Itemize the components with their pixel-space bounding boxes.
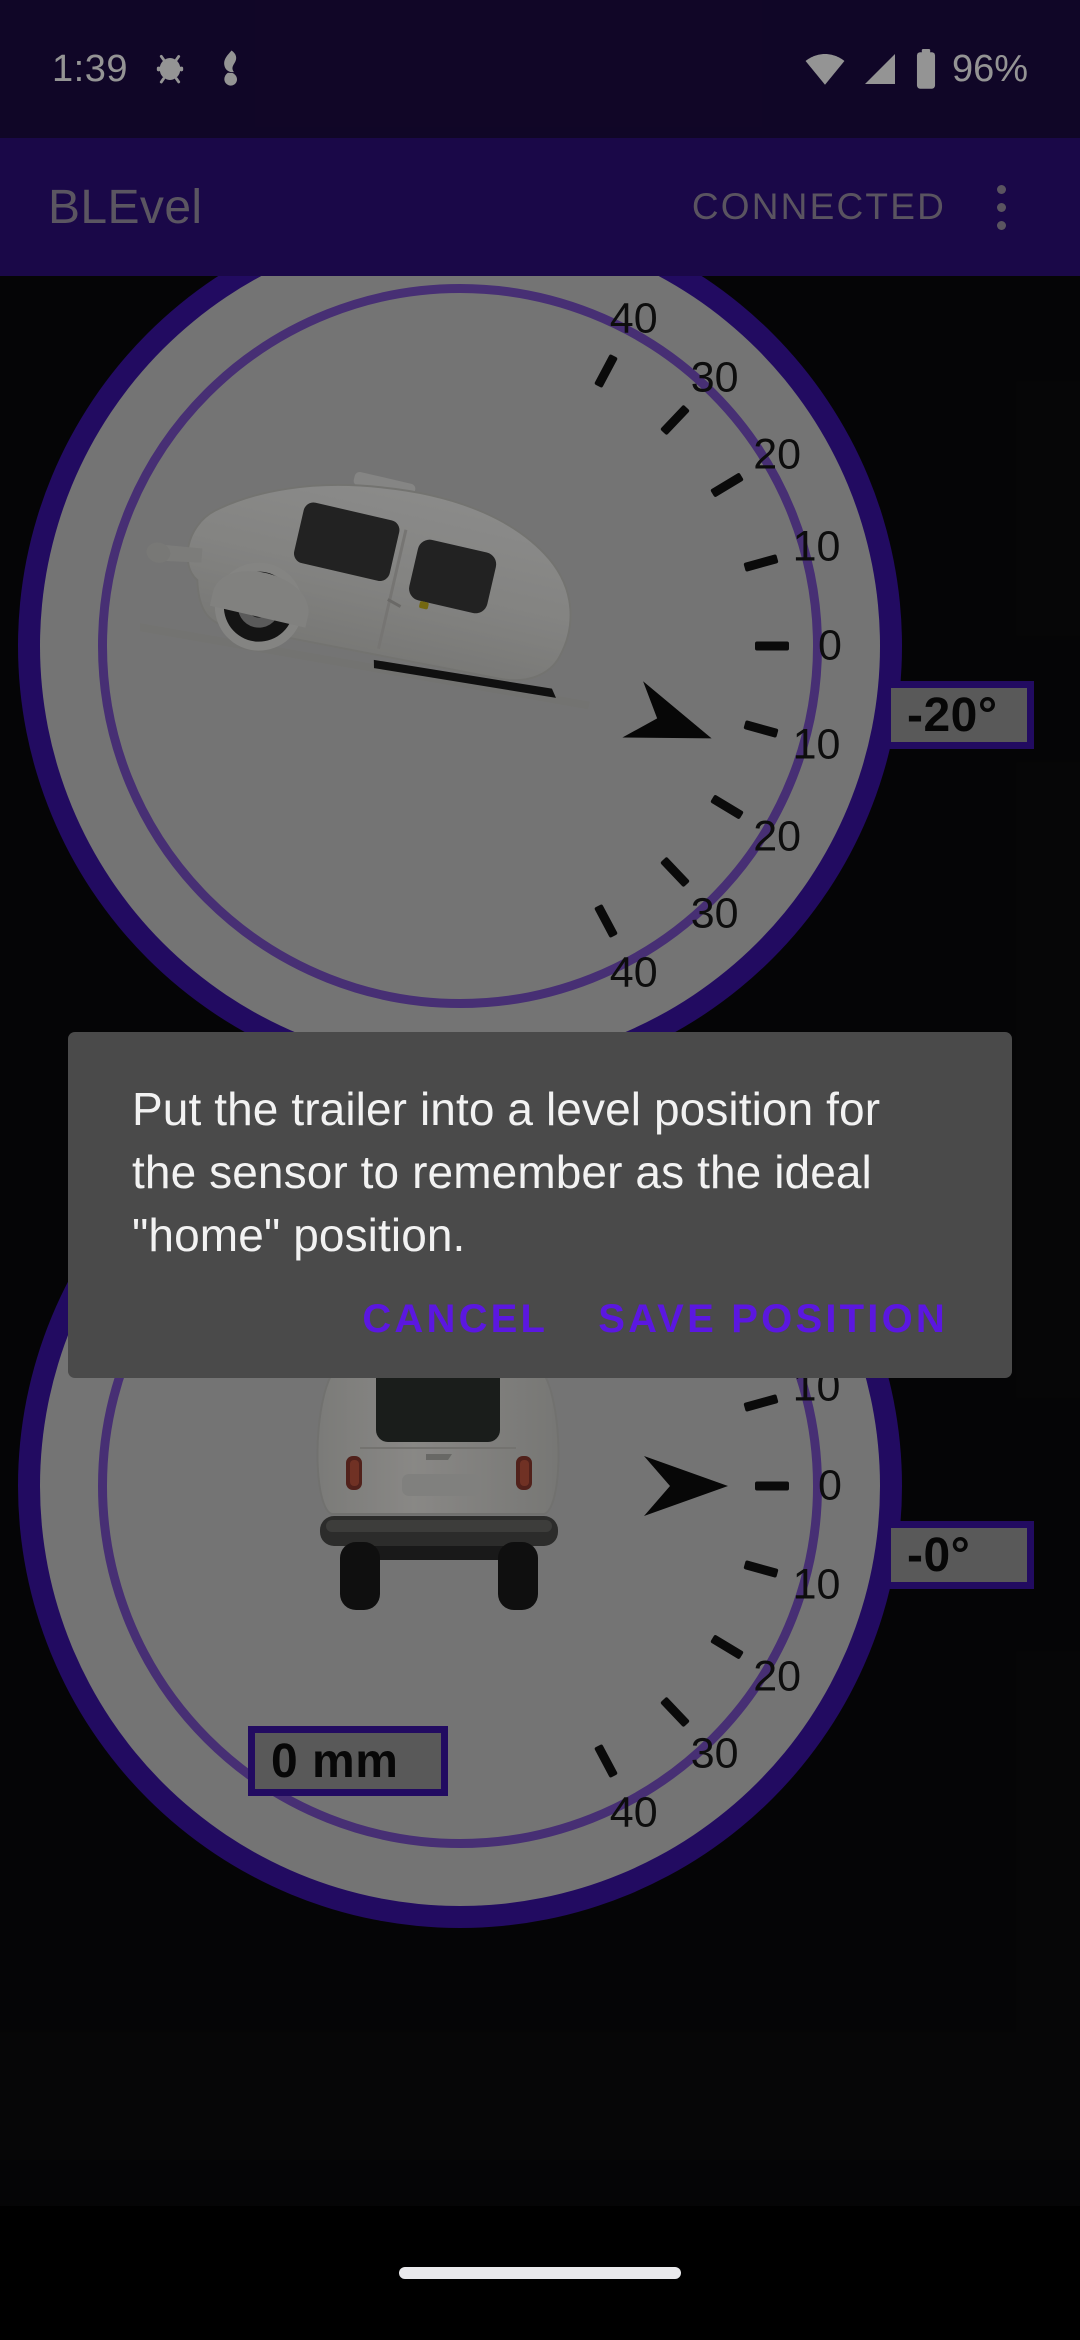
phone-screen: 1:39 96% BLEvel CONNECTED 40 30 20 10 0 … [0, 0, 1080, 2340]
system-navigation-bar [0, 2206, 1080, 2340]
home-gesture-pill[interactable] [399, 2267, 681, 2279]
dialog-action-row: CANCEL SAVE POSITION [132, 1297, 948, 1378]
home-position-dialog: Put the trailer into a level position fo… [68, 1032, 1012, 1378]
dialog-message: Put the trailer into a level position fo… [132, 1083, 881, 1261]
save-position-button[interactable]: SAVE POSITION [598, 1297, 948, 1342]
cancel-button[interactable]: CANCEL [362, 1297, 548, 1342]
